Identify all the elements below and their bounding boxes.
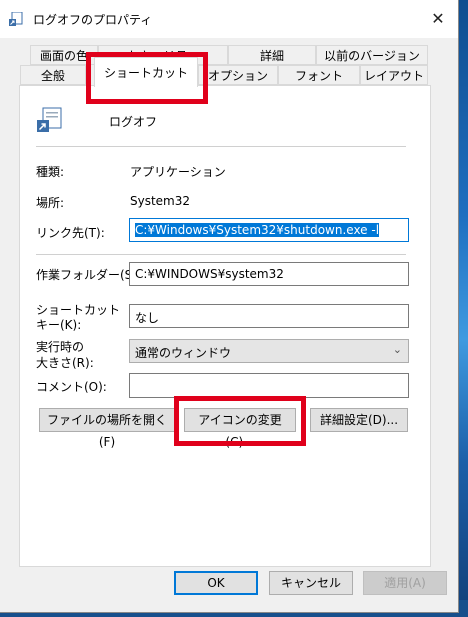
highlight-box-change-icon	[174, 396, 306, 446]
separator	[36, 146, 406, 147]
run-size-value: 通常のウィンドウ	[135, 346, 232, 360]
shortcut-name: ログオフ	[109, 115, 158, 129]
location-value: System32	[130, 194, 191, 208]
start-in-input[interactable]: C:¥WINDOWS¥system32	[129, 262, 409, 286]
highlight-box-shortcut-tab	[86, 52, 208, 104]
start-in-label: 作業フォルダー(S):	[36, 268, 142, 282]
run-label-line2: 大きさ(R):	[36, 356, 94, 370]
chevron-down-icon: ⌄	[392, 343, 402, 356]
location-label: 場所:	[36, 196, 65, 210]
close-icon: ✕	[431, 9, 445, 28]
tab-font[interactable]: フォント	[278, 65, 360, 85]
hotkey-value: なし	[135, 311, 160, 325]
target-value: C:¥Windows¥System32¥shutdown.exe -l	[135, 223, 380, 237]
open-file-location-button[interactable]: ファイルの場所を開く(F)	[39, 408, 175, 449]
cancel-button[interactable]: キャンセル	[269, 571, 353, 595]
hotkey-label-line2: キー(K):	[36, 318, 82, 332]
target-input[interactable]: C:¥Windows¥System32¥shutdown.exe -l	[129, 218, 409, 242]
run-size-select[interactable]: 通常のウィンドウ ⌄	[129, 339, 409, 363]
ok-button[interactable]: OK	[174, 571, 258, 595]
window-title: ログオフのプロパティ	[33, 13, 153, 27]
run-label-line1: 実行時の	[36, 340, 85, 354]
close-button[interactable]: ✕	[426, 8, 450, 30]
properties-dialog: ログオフのプロパティ ✕ 画面の色 セキュリティ 詳細 以前のバージョン 全般 …	[0, 0, 459, 613]
type-value: アプリケーション	[130, 165, 226, 179]
tab-layout[interactable]: レイアウト	[360, 65, 428, 85]
tab-general[interactable]: 全般	[20, 65, 86, 85]
shortcut-icon	[37, 107, 62, 132]
tab-options[interactable]: オプション	[198, 65, 278, 85]
apply-button[interactable]: 適用(A)	[363, 571, 447, 595]
shortcut-app-icon	[9, 12, 23, 26]
start-in-value: C:¥WINDOWS¥system32	[135, 267, 284, 281]
comment-input[interactable]	[129, 373, 409, 398]
type-label: 種類:	[36, 165, 65, 179]
tab-details[interactable]: 詳細	[228, 45, 316, 65]
hotkey-input[interactable]: なし	[129, 304, 409, 328]
target-label: リンク先(T):	[36, 226, 105, 240]
tab-previous-versions[interactable]: 以前のバージョン	[316, 45, 428, 65]
comment-label: コメント(O):	[36, 380, 107, 394]
separator	[36, 254, 406, 255]
title-bar: ログオフのプロパティ ✕	[0, 0, 458, 38]
advanced-button[interactable]: 詳細設定(D)...	[310, 408, 408, 432]
